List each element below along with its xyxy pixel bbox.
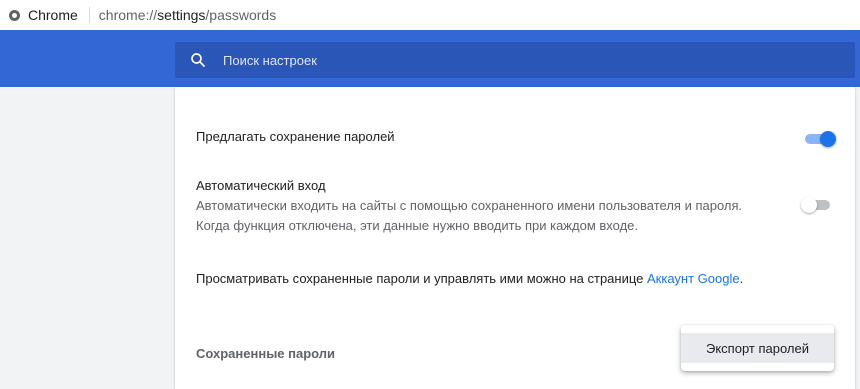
address-bar[interactable]: Chrome chrome://settings/passwords — [0, 0, 860, 30]
manage-passwords-text: Просматривать сохраненные пароли и управ… — [196, 271, 743, 286]
search-box[interactable] — [175, 42, 855, 78]
auto-signin-toggle[interactable] — [801, 197, 832, 213]
auto-signin-description-2: Когда функция отключена, эти данные нужн… — [196, 218, 638, 233]
manage-text: Просматривать сохраненные пароли и управ… — [196, 271, 647, 286]
settings-toolbar — [0, 30, 860, 87]
site-chip: Chrome — [28, 7, 78, 23]
google-account-link[interactable]: Аккаунт Google — [647, 271, 740, 286]
url-text[interactable]: chrome://settings/passwords — [99, 7, 276, 23]
auto-signin-title: Автоматический вход — [196, 178, 326, 193]
chrome-icon — [9, 9, 20, 21]
toggle-knob — [820, 131, 836, 147]
url-scheme: chrome:// — [98, 7, 158, 23]
more-actions-menu: Экспорт паролей — [681, 325, 834, 371]
search-input[interactable] — [221, 51, 825, 69]
saved-passwords-heading: Сохраненные пароли — [196, 346, 336, 361]
url-path: /passwords — [205, 7, 277, 23]
offer-save-label: Предлагать сохранение паролей — [196, 129, 395, 144]
address-separator — [88, 7, 90, 23]
left-rail — [0, 87, 175, 389]
search-icon — [191, 53, 205, 67]
url-host: settings — [157, 7, 206, 23]
export-passwords-menu-item[interactable]: Экспорт паролей — [681, 333, 834, 363]
toggle-knob — [801, 197, 817, 213]
auto-signin-description: Автоматически входить на сайты с помощью… — [196, 198, 743, 213]
manage-suffix: . — [739, 271, 744, 286]
offer-save-toggle[interactable] — [805, 131, 836, 147]
